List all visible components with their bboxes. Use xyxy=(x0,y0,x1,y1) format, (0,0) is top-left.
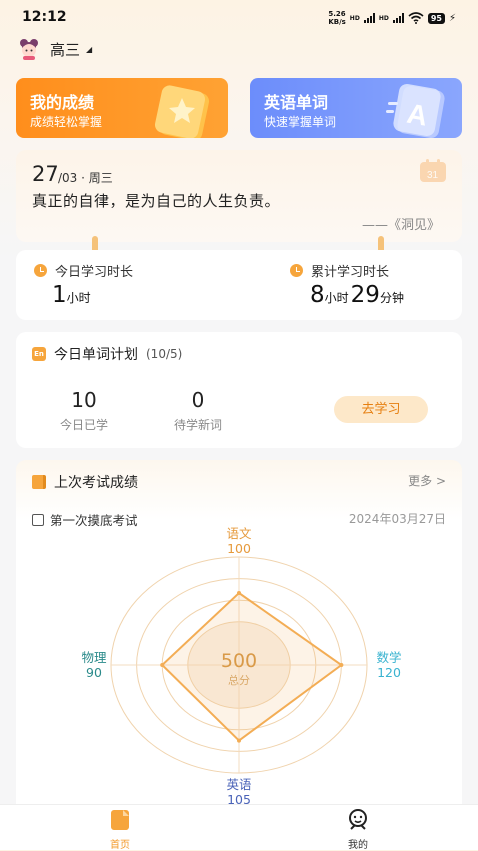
radar-total-label: 总分 xyxy=(228,673,250,687)
user-face-icon xyxy=(349,809,367,830)
signal-icon-2 xyxy=(392,13,404,23)
my-scores-subtitle: 成绩轻松掌握 xyxy=(30,115,103,129)
today-study-label: 今日学习时长 xyxy=(55,265,134,280)
go-study-button[interactable]: 去学习 xyxy=(334,396,428,423)
en-book-icon: En xyxy=(32,347,46,361)
radar-total-score: 500 xyxy=(221,650,257,672)
word-plan-count: (10/5) xyxy=(146,347,183,361)
my-scores-title: 我的成绩 xyxy=(30,93,95,112)
clock-icon xyxy=(34,264,47,277)
today-study-value: 1小时 xyxy=(52,282,91,308)
total-study-value: 8小时29分钟 xyxy=(310,282,404,308)
radar-subject-score: 100 xyxy=(227,541,251,556)
radar-subject-score: 90 xyxy=(86,665,102,680)
study-time-card: 今日学习时长 1小时 累计学习时长 8小时29分钟 xyxy=(16,250,462,320)
radar-point-1 xyxy=(339,663,344,667)
caret-down-icon: ◢ xyxy=(86,44,93,54)
tab-me-label: 我的 xyxy=(348,840,368,851)
battery-icon: 95 xyxy=(427,12,445,24)
english-words-subtitle: 快速掌握单词 xyxy=(264,115,337,129)
radar-subject-label: 物理 xyxy=(81,650,107,665)
radar-point-2 xyxy=(237,738,241,743)
signal-icon xyxy=(363,13,375,23)
status-time: 12:12 xyxy=(22,9,67,25)
word-plan-header: En 今日单词计划 (10/5) xyxy=(32,344,182,364)
total-study-label-row: 累计学习时长 xyxy=(290,261,389,280)
tab-me[interactable]: 我的 xyxy=(328,809,388,851)
tab-home[interactable]: 首页 xyxy=(90,809,150,851)
letter-a-card-icon: A xyxy=(386,83,445,138)
total-study-label: 累计学习时长 xyxy=(311,265,390,280)
radar-subject-label: 英语 xyxy=(226,777,251,792)
my-scores-card[interactable]: 我的成绩 成绩轻松掌握 xyxy=(16,78,228,138)
charging-icon: ⚡ xyxy=(448,12,456,24)
status-bar: 12:12 5.26 KB/s HD HD 95 ⚡ xyxy=(0,0,478,34)
radar-point-0 xyxy=(237,591,241,595)
net-speed: 5.26 KB/s xyxy=(328,10,346,26)
word-plan-card: En 今日单词计划 (10/5) 10 今日已学 0 待学新词 去学习 xyxy=(16,332,462,448)
quote-date: /03 · 周三 xyxy=(58,171,113,185)
daily-quote-card: 27 /03 · 周三 真正的自律，是为自己的人生负责。 ——《洞见》 31 xyxy=(16,150,462,242)
radar-subject-label: 数学 xyxy=(376,650,401,665)
home-doc-icon xyxy=(111,810,129,830)
learned-today-stat: 10 今日已学 xyxy=(59,388,108,432)
quote-text: 真正的自律，是为自己的人生负责。 xyxy=(32,192,281,210)
hd-label-2: HD xyxy=(378,14,389,22)
english-words-title: 英语单词 xyxy=(264,93,329,112)
radar-point-3 xyxy=(160,663,165,667)
hd-label: HD xyxy=(349,14,360,22)
status-icons: 5.26 KB/s HD HD 95 ⚡ xyxy=(328,10,456,26)
quote-day: 27 xyxy=(32,162,59,186)
pending-words-stat: 0 待学新词 xyxy=(173,388,222,432)
score-radar-chart: 语文100数学120英语105物理90500总分 xyxy=(81,526,401,807)
word-plan-title: 今日单词计划 xyxy=(54,347,138,363)
grade-label: 高三 xyxy=(50,40,81,59)
calendar-icon: 31 xyxy=(420,159,446,182)
clock-icon-2 xyxy=(290,264,303,277)
english-words-card[interactable]: 英语单词 快速掌握单词 A xyxy=(250,78,462,138)
today-study-label-row: 今日学习时长 xyxy=(34,261,133,280)
grade-selector[interactable]: 高三 ◢ xyxy=(18,38,92,60)
last-exam-card: 上次考试成绩 更多 > 第一次摸底考试 2024年03月27日 语文 100 数学 1… xyxy=(16,460,462,820)
tab-home-label: 首页 xyxy=(110,840,130,851)
bottom-tab-bar: 首页 我的 xyxy=(0,804,478,851)
radar-subject-score: 120 xyxy=(377,665,401,680)
avatar xyxy=(20,39,38,60)
quote-source: ——《洞见》 xyxy=(361,218,440,233)
notebook-star-icon xyxy=(154,85,210,138)
wifi-icon xyxy=(408,12,424,24)
svg-text:31: 31 xyxy=(427,170,439,181)
radar-subject-label: 语文 xyxy=(226,526,252,541)
